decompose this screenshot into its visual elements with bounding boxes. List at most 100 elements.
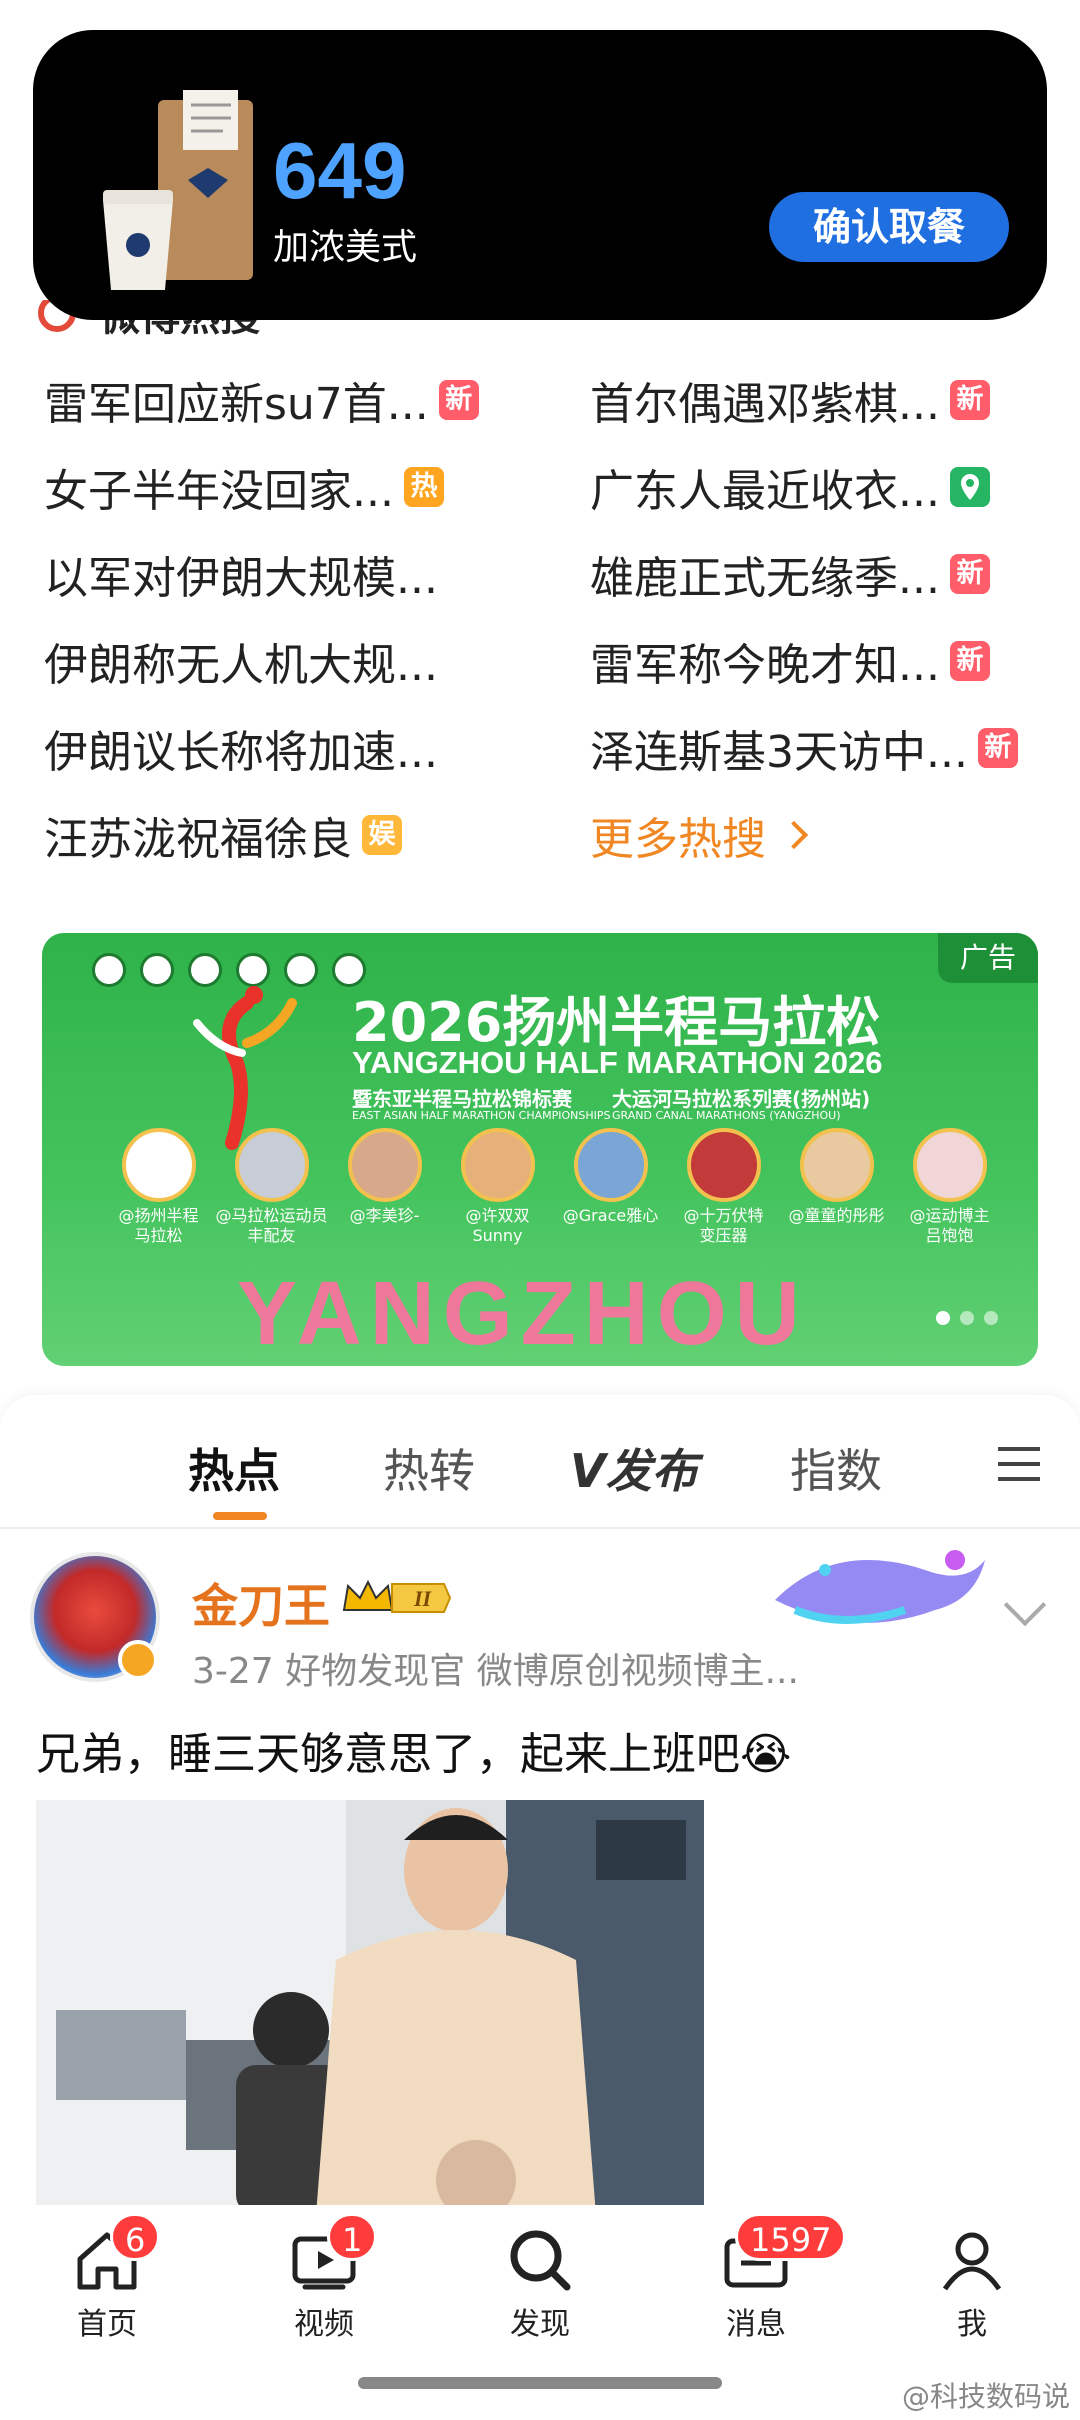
hot-search-text: 伊朗议长称将加速...: [44, 727, 438, 778]
nav-profile[interactable]: 我: [897, 2225, 1047, 2343]
pickup-notification: 649 加浓美式 确认取餐: [33, 30, 1047, 320]
nav-discover[interactable]: 发现: [465, 2225, 615, 2343]
location-pin-icon: [949, 467, 990, 507]
confirm-pickup-button[interactable]: 确认取餐: [769, 192, 1009, 262]
post-video-thumbnail[interactable]: [36, 1800, 704, 2215]
carousel-dot[interactable]: [936, 1311, 950, 1325]
menu-icon[interactable]: [998, 1447, 1040, 1481]
nav-label: 视频: [294, 2307, 354, 2342]
verified-badge-icon: [118, 1640, 158, 1680]
ad-person-name: @十万伏特 变压器: [683, 1206, 764, 1245]
hot-search-item[interactable]: 雄鹿正式无缘季... 新: [590, 539, 990, 609]
messages-count-badge: 1597: [735, 2213, 847, 2261]
ad-banner-word: YANGZHOU: [237, 1264, 808, 1364]
ad-person: @运动博主 吕饱饱: [893, 1128, 1006, 1246]
ad-tag: 广告: [938, 933, 1038, 983]
tab-hot[interactable]: 热点: [188, 1435, 280, 1501]
avatar: [347, 1128, 422, 1202]
post-author[interactable]: 金刀王: [192, 1570, 330, 1636]
hot-search-text: 伊朗称无人机大规...: [44, 640, 438, 691]
hot-search-item[interactable]: 汪苏泷祝福徐良 娱: [44, 800, 402, 870]
ad-banner[interactable]: 广告 2026扬州半程马拉松 YANGZHOU HALF MARATHON 20…: [42, 933, 1038, 1366]
sponsor-logos: [92, 953, 366, 987]
active-tab-indicator: [213, 1512, 267, 1520]
hot-search-text: 女子半年没回家...: [44, 466, 394, 517]
home-count-badge: 6: [110, 2213, 161, 2261]
ad-person: @扬州半程 马拉松: [102, 1128, 215, 1246]
nav-label: 首页: [77, 2307, 137, 2342]
hot-search-item[interactable]: 女子半年没回家... 热: [44, 452, 444, 522]
watermark: @科技数码说: [901, 2380, 1070, 2413]
order-number: 649: [273, 126, 407, 215]
ad-person: @马拉松运动员 丰配友: [215, 1128, 328, 1246]
more-hot-search-link[interactable]: 更多热搜: [590, 800, 809, 870]
ad-person: @Grace雅心: [554, 1128, 667, 1246]
ad-subtitle: YANGZHOU HALF MARATHON 2026: [352, 1045, 883, 1080]
avatar: [573, 1128, 648, 1202]
hot-search-text: 以军对伊朗大规模...: [44, 553, 438, 604]
avatar: [686, 1128, 761, 1202]
ad-person: @十万伏特 变压器: [667, 1128, 780, 1246]
whale-decoration-icon: [775, 1550, 985, 1624]
nav-label: 消息: [726, 2307, 786, 2342]
hot-search-text: 广东人最近收衣...: [590, 466, 940, 517]
new-badge: 新: [949, 641, 990, 681]
sponsor-logo-icon: [236, 953, 270, 987]
hot-search-item[interactable]: 雷军称今晚才知... 新: [590, 626, 990, 696]
profile-icon: [942, 2232, 1002, 2291]
video-thumbnail-illustration: [36, 1800, 704, 2215]
avatar: [460, 1128, 535, 1202]
hot-search-text: 首尔偶遇邓紫棋...: [590, 379, 940, 430]
tab-index[interactable]: 指数: [790, 1435, 882, 1501]
ad-person: @许双双 Sunny: [441, 1128, 554, 1246]
entertainment-badge: 娱: [362, 815, 402, 855]
tab-trending-repost[interactable]: 热转: [383, 1435, 475, 1501]
hot-search-item[interactable]: 首尔偶遇邓紫棋... 新: [590, 365, 990, 435]
post-text: 兄弟，睡三天够意思了，起来上班吧😭: [36, 1729, 792, 1780]
new-badge: 新: [949, 554, 990, 594]
new-badge: 新: [438, 380, 479, 420]
hot-search-text: 雷军回应新su7首...: [44, 379, 429, 430]
ad-person-name: @童童的彤彤: [788, 1206, 885, 1225]
discover-icon: [510, 2230, 571, 2291]
hot-search-list: 雷军回应新su7首... 新 首尔偶遇邓紫棋... 新 女子半年没回家... 热…: [44, 365, 1054, 887]
order-item-name: 加浓美式: [273, 227, 418, 268]
hot-search-item[interactable]: 雷军回应新su7首... 新: [44, 365, 479, 435]
ad-line-left: 暨东亚半程马拉松锦标赛: [352, 1087, 572, 1111]
hot-search-item[interactable]: 伊朗称无人机大规...: [44, 626, 438, 696]
hot-search-text: 泽连斯基3天访中...: [590, 727, 968, 778]
hot-search-text: 雄鹿正式无缘季...: [590, 553, 940, 604]
new-badge: 新: [977, 728, 1018, 768]
hot-search-text: 雷军称今晚才知...: [590, 640, 940, 691]
hot-search-item[interactable]: 以军对伊朗大规模...: [44, 539, 438, 609]
ad-line-right-en: GRAND CANAL MARATHONS (YANGZHOU): [612, 1109, 841, 1122]
ad-person-name: @运动博主 吕饱饱: [909, 1206, 990, 1245]
ad-people-row: @扬州半程 马拉松 @马拉松运动员 丰配友 @李美珍- @许双双 Sunny @Grac…: [102, 1128, 1006, 1246]
ad-person-name: @许双双 Sunny: [465, 1206, 530, 1245]
coffee-bag-icon: [103, 90, 253, 290]
sponsor-logo-icon: [92, 953, 126, 987]
hot-badge: 热: [403, 467, 444, 507]
level-label: II: [413, 1586, 433, 1611]
nav-video[interactable]: 1 视频: [249, 2213, 399, 2343]
home-indicator[interactable]: [358, 2377, 722, 2389]
avatar: [234, 1128, 309, 1202]
ad-person: @童童的彤彤: [780, 1128, 893, 1246]
feed-tabs: 热点 热转 V发布 指数: [0, 1395, 1080, 1525]
tab-v-publish[interactable]: V发布: [570, 1435, 698, 1501]
nav-home[interactable]: 6 首页: [32, 2213, 182, 2343]
nav-messages[interactable]: 1597 消息: [681, 2213, 847, 2343]
nav-label: 发现: [510, 2307, 570, 2342]
ad-person-name: @李美珍-: [349, 1206, 420, 1225]
ad-person-name: @Grace雅心: [562, 1206, 659, 1225]
carousel-dot[interactable]: [960, 1311, 974, 1325]
nav-label: 我: [957, 2307, 987, 2342]
chevron-right-icon: [779, 820, 809, 850]
hot-search-item[interactable]: 伊朗议长称将加速...: [44, 713, 438, 783]
video-count-badge: 1: [327, 2213, 378, 2261]
ad-person-name: @扬州半程 马拉松: [118, 1206, 199, 1245]
hot-search-text: 汪苏泷祝福徐良: [44, 814, 352, 865]
hot-search-item[interactable]: 广东人最近收衣...: [590, 452, 990, 522]
carousel-dot[interactable]: [984, 1311, 998, 1325]
hot-search-item[interactable]: 泽连斯基3天访中... 新: [590, 713, 1018, 783]
